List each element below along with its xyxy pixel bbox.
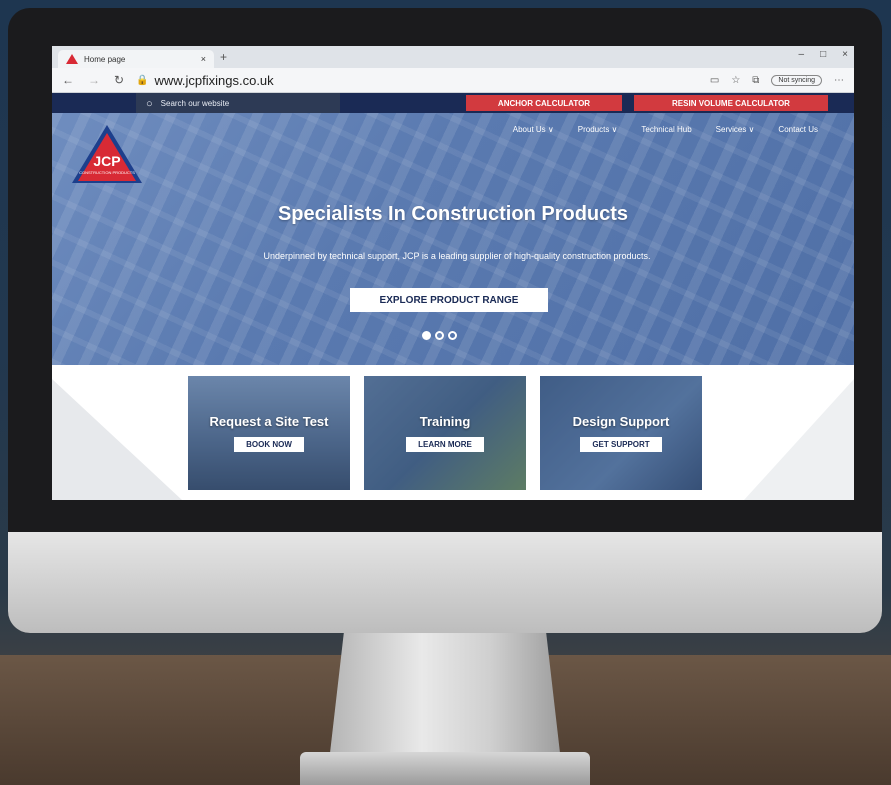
- nav-buttons: ← → ↻: [52, 73, 136, 87]
- nav-item-products[interactable]: Products ∨: [578, 125, 618, 134]
- monitor-stand-neck: [330, 633, 560, 753]
- services-section: Request a Site Test BOOK NOW Training LE…: [52, 365, 854, 500]
- logo-text: JCP: [93, 153, 121, 169]
- browser-tab-bar: Home page × + – □ ×: [52, 46, 854, 68]
- anchor-calculator-button[interactable]: ANCHOR CALCULATOR: [466, 95, 622, 111]
- screen: Home page × + – □ × ← → ↻ 🔒 www.jcpfixin…: [52, 46, 854, 500]
- carousel-dot-1[interactable]: [422, 331, 431, 340]
- address-bar-actions: ▭ ☆ ⧉ Not syncing ⋯: [710, 74, 854, 86]
- forward-arrow-icon[interactable]: →: [88, 73, 100, 87]
- window-controls: – □ ×: [799, 49, 848, 60]
- jcp-logo[interactable]: JCP CONSTRUCTION PRODUCTS: [72, 125, 142, 185]
- minimize-button[interactable]: –: [799, 49, 805, 60]
- maximize-button[interactable]: □: [820, 49, 826, 60]
- logo-subtext: CONSTRUCTION PRODUCTS: [79, 170, 135, 175]
- back-arrow-icon[interactable]: ←: [62, 73, 74, 87]
- book-now-button[interactable]: BOOK NOW: [234, 437, 304, 452]
- main-navigation: About Us ∨ Products ∨ Technical Hub Serv…: [513, 125, 818, 134]
- site-top-bar: ○ Search our website ANCHOR CALCULATOR R…: [52, 93, 854, 114]
- tab-close-icon[interactable]: ×: [201, 54, 206, 64]
- browser-tab[interactable]: Home page ×: [58, 50, 214, 68]
- nav-item-technical-hub[interactable]: Technical Hub: [641, 125, 691, 134]
- resin-calculator-button[interactable]: RESIN VOLUME CALCULATOR: [634, 95, 828, 111]
- card-design-support[interactable]: Design Support GET SUPPORT: [540, 376, 702, 490]
- sync-button[interactable]: Not syncing: [771, 74, 822, 86]
- carousel-dots: [422, 331, 457, 340]
- card-title: Design Support: [572, 414, 670, 429]
- card-title: Request a Site Test: [209, 414, 329, 429]
- hero-subtitle: Underpinned by technical support, JCP is…: [263, 251, 651, 261]
- collections-icon[interactable]: ⧉: [752, 75, 759, 86]
- address-bar: ← → ↻ 🔒 www.jcpfixings.co.uk ▭ ☆ ⧉ Not s…: [52, 68, 854, 93]
- more-menu-icon[interactable]: ⋯: [834, 75, 844, 86]
- card-title: Training: [419, 414, 471, 429]
- reader-icon[interactable]: ▭: [710, 75, 719, 86]
- monitor-chin: [8, 532, 882, 633]
- learn-more-button[interactable]: LEARN MORE: [406, 437, 484, 452]
- decorative-triangle-right: [744, 379, 854, 500]
- refresh-icon[interactable]: ↻: [114, 73, 124, 87]
- nav-item-services[interactable]: Services ∨: [716, 125, 755, 134]
- lock-icon: 🔒: [136, 74, 149, 86]
- search-icon: ○: [146, 97, 153, 110]
- site-search-input[interactable]: ○ Search our website: [136, 93, 340, 114]
- get-support-button[interactable]: GET SUPPORT: [580, 437, 662, 452]
- monitor-stand-base: [300, 752, 590, 785]
- card-training[interactable]: Training LEARN MORE: [364, 376, 526, 490]
- card-site-test[interactable]: Request a Site Test BOOK NOW: [188, 376, 350, 490]
- nav-item-contact-us[interactable]: Contact Us: [778, 125, 818, 134]
- nav-item-about-us[interactable]: About Us ∨: [513, 125, 554, 134]
- decorative-triangle-left: [52, 379, 182, 500]
- carousel-dot-3[interactable]: [448, 331, 457, 340]
- carousel-dot-2[interactable]: [435, 331, 444, 340]
- explore-products-button[interactable]: EXPLORE PRODUCT RANGE: [350, 288, 548, 312]
- new-tab-button[interactable]: +: [220, 50, 227, 64]
- close-window-button[interactable]: ×: [842, 49, 848, 60]
- favorite-star-icon[interactable]: ☆: [731, 75, 740, 86]
- hero-banner: JCP CONSTRUCTION PRODUCTS About Us ∨ Pro…: [52, 113, 854, 365]
- url-field[interactable]: www.jcpfixings.co.uk: [154, 73, 273, 88]
- search-placeholder: Search our website: [160, 99, 230, 108]
- favicon-icon: [66, 54, 78, 64]
- hero-title: Specialists In Construction Products: [277, 203, 629, 225]
- tab-title: Home page: [84, 54, 126, 64]
